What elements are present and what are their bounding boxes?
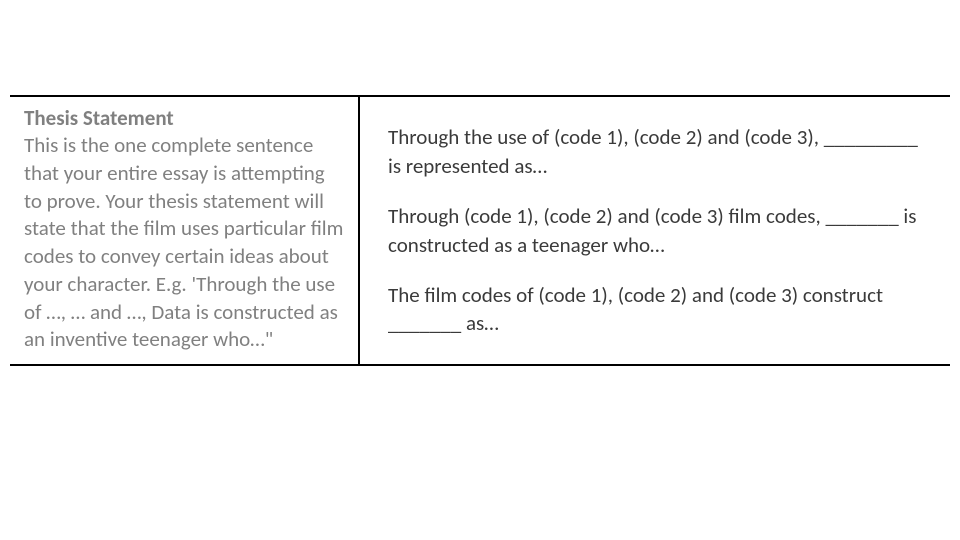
thesis-heading: Thesis Statement bbox=[24, 105, 344, 132]
template-sentence-3: The film codes of (code 1), (code 2) and… bbox=[388, 281, 930, 338]
template-sentence-1: Through the use of (code 1), (code 2) an… bbox=[388, 123, 930, 180]
template-sentence-2: Through (code 1), (code 2) and (code 3) … bbox=[388, 202, 930, 259]
thesis-table: Thesis Statement This is the one complet… bbox=[10, 95, 950, 366]
page: Thesis Statement This is the one complet… bbox=[0, 0, 960, 540]
right-column: Through the use of (code 1), (code 2) an… bbox=[360, 97, 950, 364]
thesis-description: This is the one complete sentence that y… bbox=[24, 132, 344, 354]
left-column: Thesis Statement This is the one complet… bbox=[10, 97, 360, 364]
